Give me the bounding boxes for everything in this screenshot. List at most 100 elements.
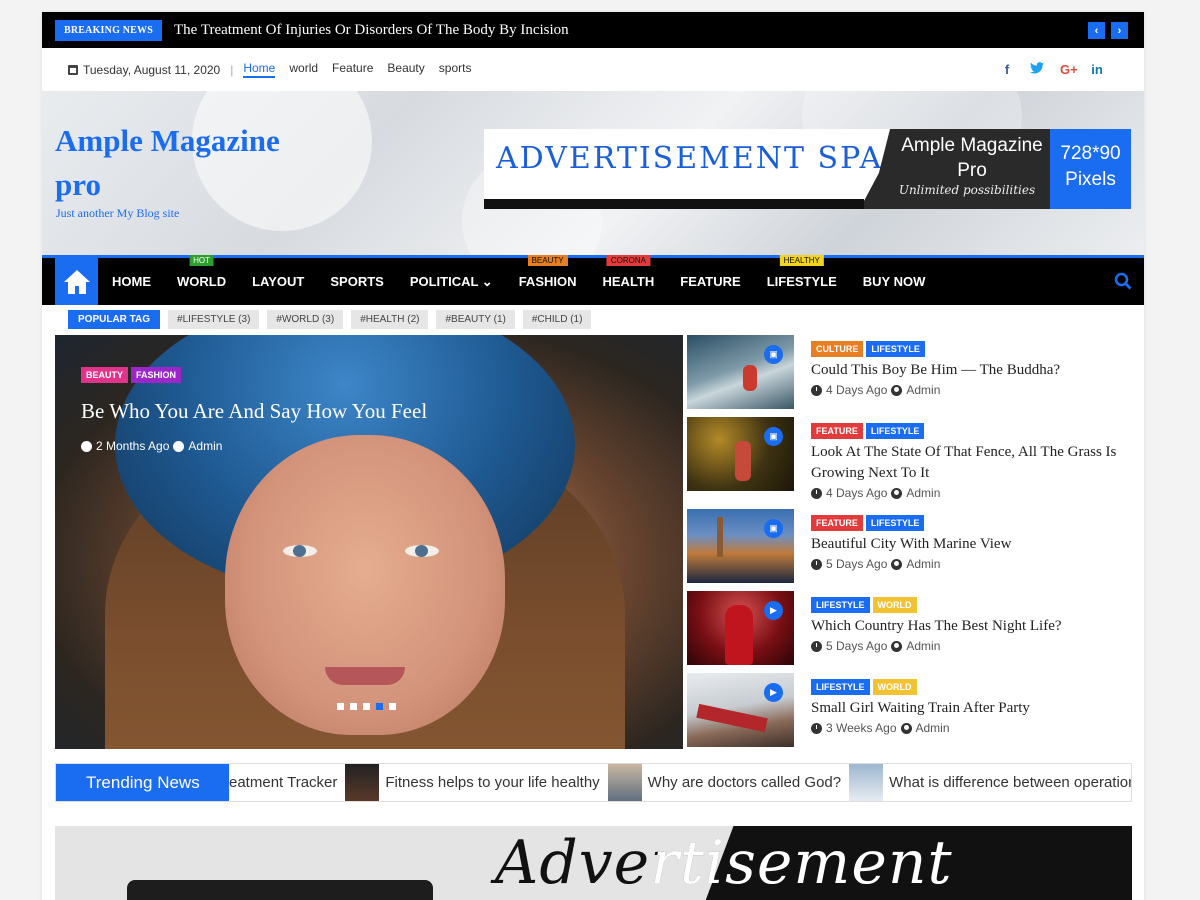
facebook-icon[interactable]: f — [1000, 62, 1014, 77]
top-menu-home[interactable]: Home — [243, 61, 276, 78]
post-title[interactable]: Which Country Has The Best Night Life? — [811, 616, 1144, 637]
nav-badge-corona: CORONA — [606, 254, 650, 266]
twitter-icon[interactable] — [1030, 62, 1044, 77]
category-badge[interactable]: WORLD — [872, 597, 917, 613]
post-author[interactable]: Admin — [906, 639, 940, 653]
nav-item-sports[interactable]: SPORTS — [330, 274, 383, 290]
trending-item[interactable]: What is difference between operation — [849, 764, 1131, 801]
trending-item-title[interactable]: Why are doctors called God? — [648, 774, 841, 791]
search-button[interactable] — [1114, 272, 1132, 295]
post-thumbnail[interactable]: ▣ — [687, 335, 794, 409]
category-badge[interactable]: LIFESTYLE — [865, 423, 925, 439]
site-title[interactable]: Ample Magazine pro — [55, 119, 295, 207]
nav-item-fashion[interactable]: BEAUTY FASHION — [519, 254, 577, 290]
category-badge[interactable]: LIFESTYLE — [866, 341, 925, 357]
nav-item-home[interactable]: HOME — [112, 274, 151, 290]
post-meta: 3 Weeks Ago Admin — [811, 721, 1144, 735]
post-title[interactable]: Look At The State Of That Fence, All The… — [811, 442, 1144, 484]
nav-item-health[interactable]: CORONA HEALTH — [603, 254, 654, 290]
prev-arrow-button[interactable]: ‹ — [1088, 22, 1105, 39]
nav-item-political[interactable]: POLITICAL ⌄ — [410, 274, 493, 290]
post-body: LIFESTYLE WORLD Which Country Has The Be… — [811, 597, 1144, 653]
ad-product-name: Ample Magazine Pro — [901, 135, 1043, 181]
date-text: Tuesday, August 11, 2020 — [83, 62, 221, 77]
next-arrow-button[interactable]: › — [1111, 22, 1128, 39]
post-categories: FEATURE LIFESTYLE — [811, 423, 1144, 439]
nav-item-world[interactable]: HOT WORLD — [177, 254, 226, 290]
tag-child[interactable]: #CHILD (1) — [522, 310, 592, 329]
category-badge[interactable]: LIFESTYLE — [811, 597, 870, 613]
post-title[interactable]: Small Girl Waiting Train After Party — [811, 698, 1144, 719]
slider-dot[interactable] — [337, 703, 344, 710]
post-body: CULTURE LIFESTYLE Could This Boy Be Him … — [811, 341, 1144, 397]
slide-title[interactable]: Be Who You Are And Say How You Feel — [81, 399, 427, 424]
trending-thumbnail[interactable] — [345, 764, 380, 801]
nav-menu: HOME HOT WORLD LAYOUT SPORTS POLITICAL ⌄… — [112, 254, 951, 290]
category-badge[interactable]: FEATURE — [811, 515, 863, 531]
bottom-advertisement[interactable]: Advertisement Advertisement — [55, 826, 1132, 900]
nav-item-lifestyle[interactable]: HEALTHY LIFESTYLE — [766, 254, 837, 290]
trending-item[interactable]: eatment Tracker — [229, 774, 337, 791]
ad-laptop-image — [127, 880, 433, 900]
trending-item[interactable]: Why are doctors called God? — [607, 764, 841, 801]
nav-label: LIFESTYLE — [766, 273, 837, 289]
linkedin-icon[interactable]: in — [1090, 62, 1104, 77]
nav-item-buy-now[interactable]: BUY NOW — [863, 274, 926, 290]
popular-tags: POPULAR TAG #LIFESTYLE (3) #WORLD (3) #H… — [68, 310, 592, 329]
category-badge[interactable]: WORLD — [872, 679, 917, 695]
ad-space-text: ADVERTISEMENT SPACE — [496, 141, 933, 176]
trending-item-title[interactable]: What is difference between operation — [889, 774, 1131, 791]
user-icon — [900, 722, 912, 734]
post-thumbnail[interactable]: ▣ — [687, 509, 794, 583]
nav-label: HOME — [112, 273, 151, 289]
thumb-train — [696, 703, 768, 733]
clock-icon — [811, 487, 822, 499]
category-badge[interactable]: LIFESTYLE — [811, 679, 870, 695]
slide-author[interactable]: Admin — [188, 439, 222, 453]
nav-item-feature[interactable]: FEATURE — [680, 274, 740, 290]
post-thumbnail[interactable]: ▣ — [687, 417, 794, 491]
trending-item[interactable]: Fitness helps to your life healthy — [345, 764, 600, 801]
tag-health[interactable]: #HEALTH (2) — [351, 310, 429, 329]
trending-item-title[interactable]: eatment Tracker — [229, 774, 337, 791]
post-author[interactable]: Admin — [906, 557, 940, 571]
breaking-news-headline[interactable]: The Treatment Of Injuries Or Disorders O… — [174, 22, 569, 39]
post-title[interactable]: Beautiful City With Marine View — [811, 534, 1144, 555]
trending-item-title[interactable]: Fitness helps to your life healthy — [385, 774, 599, 791]
top-menu-beauty[interactable]: Beauty — [387, 61, 424, 78]
category-badge-fashion[interactable]: FASHION — [131, 367, 182, 383]
nav-item-layout[interactable]: LAYOUT — [252, 274, 304, 290]
slider-dot-active[interactable] — [376, 703, 383, 710]
category-badge[interactable]: FEATURE — [811, 423, 863, 439]
trending-thumbnail[interactable] — [607, 764, 642, 801]
home-button[interactable] — [55, 258, 98, 305]
post-time: 5 Days Ago — [826, 639, 888, 653]
tag-beauty[interactable]: #BEAUTY (1) — [436, 310, 515, 329]
nav-badge-beauty: BEAUTY — [527, 254, 568, 266]
post-author[interactable]: Admin — [906, 486, 940, 500]
post-categories: LIFESTYLE WORLD — [811, 597, 1144, 613]
slider-dot[interactable] — [350, 703, 357, 710]
top-menu-world[interactable]: world — [289, 61, 318, 78]
post-title[interactable]: Could This Boy Be Him — The Buddha? — [811, 360, 1144, 381]
post-author[interactable]: Admin — [916, 721, 950, 735]
post-author[interactable]: Admin — [906, 383, 940, 397]
user-icon — [891, 487, 903, 499]
top-menu-sports[interactable]: sports — [439, 61, 472, 78]
category-badge-beauty[interactable]: BEAUTY — [81, 367, 129, 383]
slider-dot[interactable] — [389, 703, 396, 710]
breaking-news-bar: BREAKING NEWS The Treatment Of Injuries … — [42, 12, 1144, 48]
ad-size-box: 728*90 Pixels — [1050, 129, 1131, 209]
top-menu-feature[interactable]: Feature — [332, 61, 373, 78]
category-badge[interactable]: LIFESTYLE — [865, 515, 925, 531]
slider-dot[interactable] — [363, 703, 370, 710]
featured-slider[interactable]: BEAUTY FASHION Be Who You Are And Say Ho… — [55, 335, 683, 749]
tag-lifestyle[interactable]: #LIFESTYLE (3) — [168, 310, 260, 329]
post-thumbnail[interactable]: ▶ — [687, 591, 794, 665]
googleplus-icon[interactable]: G+ — [1060, 62, 1078, 77]
category-badge[interactable]: CULTURE — [811, 341, 864, 357]
trending-thumbnail[interactable] — [849, 764, 884, 801]
post-thumbnail[interactable]: ▶ — [687, 673, 794, 747]
tag-world[interactable]: #WORLD (3) — [267, 310, 344, 329]
header-advertisement[interactable]: ADVERTISEMENT SPACE Ample Magazine Pro U… — [484, 129, 1131, 209]
